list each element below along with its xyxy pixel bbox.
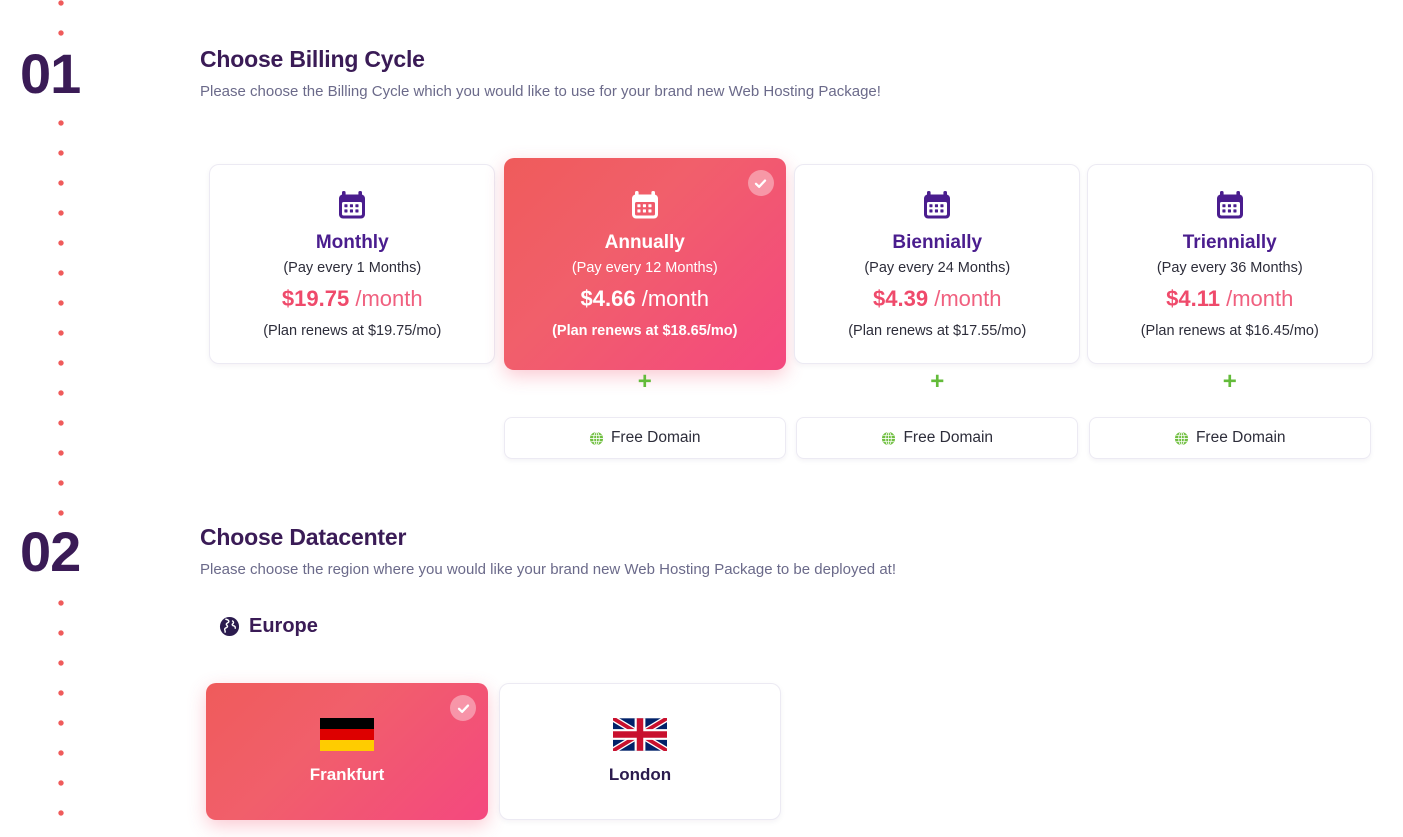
billing-cycle-card-annually[interactable]: Annually (Pay every 12 Months) $4.66 /mo… xyxy=(503,158,786,370)
plus-icon: + xyxy=(637,368,652,395)
calendar-icon xyxy=(922,189,952,221)
flag-germany-icon xyxy=(320,718,374,751)
billing-cycle-slot: Biennially (Pay every 24 Months) $4.39 /… xyxy=(791,164,1084,364)
calendar-icon xyxy=(337,189,367,221)
region-header-europe: Europe xyxy=(219,615,318,638)
free-domain-label: Free Domain xyxy=(610,429,701,446)
flag-united-kingdom-icon xyxy=(613,718,667,751)
section-header-billing-cycle: Choose Billing Cycle Please choose the B… xyxy=(200,45,881,102)
region-label: Europe xyxy=(249,615,318,637)
step-number-02: 02 xyxy=(20,518,116,586)
billing-cycle-slot: Monthly (Pay every 1 Months) $19.75 /mon… xyxy=(206,164,499,364)
free-domain-label: Free Domain xyxy=(903,429,994,446)
datacenter-name: Frankfurt xyxy=(309,765,385,784)
billing-configurator-page: 01 Choose Billing Cycle Please choose th… xyxy=(0,0,1403,837)
billing-cycle-slot: Annually (Pay every 12 Months) $4.66 /mo… xyxy=(499,158,792,370)
free-domain-button-annually[interactable]: Free Domain xyxy=(503,417,786,459)
billing-cycle-card-monthly[interactable]: Monthly (Pay every 1 Months) $19.75 /mon… xyxy=(209,164,496,364)
billing-cycle-price-suffix: /month xyxy=(1226,285,1294,311)
billing-cycle-price-amount: $4.11 xyxy=(1166,285,1220,311)
billing-cycle-price-suffix: /month xyxy=(934,285,1002,311)
step-timeline-dots xyxy=(58,0,64,837)
billing-cycle-period: (Pay every 36 Months) xyxy=(1156,259,1303,276)
globe-europe-icon xyxy=(219,616,240,637)
billing-cycle-price: $4.66 /month xyxy=(580,285,709,311)
datacenter-name: London xyxy=(608,765,672,784)
billing-cycle-renewal-note: (Plan renews at $19.75/mo) xyxy=(263,322,442,339)
section-subtitle-datacenter: Please choose the region where you would… xyxy=(200,560,896,578)
billing-cycle-price-suffix: /month xyxy=(641,285,709,311)
addon-slot-empty xyxy=(206,370,499,459)
addon-slot-triennially: + Free Domain xyxy=(1084,370,1377,459)
page-title-billing-cycle: Choose Billing Cycle xyxy=(200,46,425,72)
billing-cycle-price-amount: $4.39 xyxy=(873,285,929,311)
addon-slot-biennially: + Free Domain xyxy=(791,370,1084,459)
plus-icon: + xyxy=(930,368,945,395)
datacenter-card-london[interactable]: London xyxy=(499,683,781,820)
free-domain-label: Free Domain xyxy=(1195,429,1286,446)
billing-cycle-name: Biennially xyxy=(892,232,983,254)
billing-cycle-price: $4.39 /month xyxy=(873,285,1002,311)
billing-cycle-period: (Pay every 1 Months) xyxy=(283,259,422,276)
plus-icon: + xyxy=(1222,368,1237,395)
section-header-datacenter: Choose Datacenter Please choose the regi… xyxy=(200,523,896,580)
step-number-01: 01 xyxy=(20,40,116,108)
free-domain-button-biennially[interactable]: Free Domain xyxy=(796,417,1079,459)
billing-cycle-slot: Triennially (Pay every 36 Months) $4.11 … xyxy=(1084,164,1377,364)
billing-cycle-period: (Pay every 12 Months) xyxy=(571,259,718,276)
billing-cycle-name: Triennially xyxy=(1182,232,1277,254)
datacenter-card-frankfurt[interactable]: Frankfurt xyxy=(206,683,488,820)
calendar-icon xyxy=(630,189,660,221)
globe-icon xyxy=(881,431,896,446)
billing-cycle-card-triennially[interactable]: Triennially (Pay every 36 Months) $4.11 … xyxy=(1086,164,1373,364)
billing-cycle-price-suffix: /month xyxy=(355,285,423,311)
addon-slot-annually: + Free Domain xyxy=(499,370,792,459)
calendar-icon xyxy=(1215,189,1245,221)
check-icon xyxy=(450,695,476,721)
billing-cycle-price: $4.11 /month xyxy=(1166,285,1294,311)
section-subtitle-billing-cycle: Please choose the Billing Cycle which yo… xyxy=(200,82,881,100)
billing-cycle-period: (Pay every 24 Months) xyxy=(864,259,1011,276)
globe-icon xyxy=(1174,431,1189,446)
billing-cycle-renewal-note: (Plan renews at $16.45/mo) xyxy=(1140,322,1319,339)
page-title-datacenter: Choose Datacenter xyxy=(200,524,407,550)
globe-icon xyxy=(589,431,604,446)
billing-cycle-renewal-note: (Plan renews at $17.55/mo) xyxy=(848,322,1027,339)
datacenter-card-list: Frankfurt London xyxy=(206,683,781,820)
billing-cycle-name: Monthly xyxy=(315,232,389,254)
billing-cycle-renewal-note: (Plan renews at $18.65/mo) xyxy=(552,322,738,339)
free-domain-button-triennially[interactable]: Free Domain xyxy=(1088,417,1371,459)
billing-cycle-price: $19.75 /month xyxy=(281,285,423,311)
billing-cycle-card-list: Monthly (Pay every 1 Months) $19.75 /mon… xyxy=(206,158,1377,370)
billing-cycle-price-amount: $4.66 xyxy=(580,285,636,311)
free-domain-addon-list: + Free Domain + Free Domain + Free Domai… xyxy=(206,370,1376,459)
billing-cycle-name: Annually xyxy=(604,232,685,254)
billing-cycle-price-amount: $19.75 xyxy=(281,285,350,311)
billing-cycle-card-biennially[interactable]: Biennially (Pay every 24 Months) $4.39 /… xyxy=(794,164,1081,364)
check-icon xyxy=(747,170,774,196)
